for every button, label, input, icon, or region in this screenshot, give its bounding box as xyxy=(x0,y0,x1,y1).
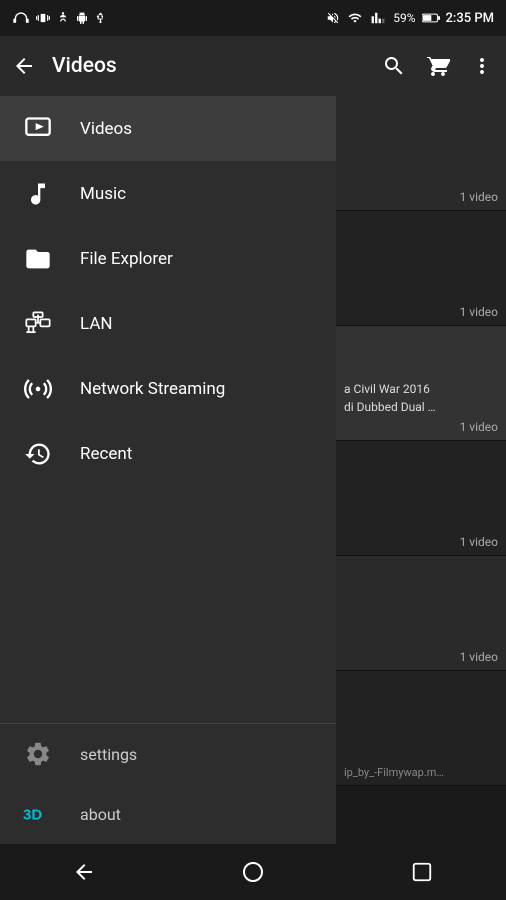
sidebar-item-recent[interactable]: Recent xyxy=(0,421,336,486)
video-count: 1 video xyxy=(460,190,498,204)
main-content: 1 video 1 video a Civil War 2016di Dubbe… xyxy=(0,96,506,844)
video-count: 1 video xyxy=(460,535,498,549)
status-right-info: 59% 2:35 PM xyxy=(325,11,494,26)
civil-war-text: a Civil War 2016di Dubbed Dual … xyxy=(344,380,498,416)
android-icon xyxy=(76,11,88,25)
video-item[interactable]: 1 video xyxy=(336,556,506,671)
usb-icon xyxy=(94,11,106,25)
home-nav-button[interactable] xyxy=(228,847,278,897)
video-item-filmywap[interactable]: ip_by_-Filmywap.m… xyxy=(336,671,506,786)
video-item[interactable]: 1 video xyxy=(336,441,506,556)
back-nav-button[interactable] xyxy=(59,847,109,897)
recent-icon xyxy=(20,436,56,472)
network-streaming-label: Network Streaming xyxy=(80,379,225,399)
sidebar-item-music[interactable]: Music xyxy=(0,161,336,226)
cart-button[interactable] xyxy=(426,54,450,78)
page-title: Videos xyxy=(52,54,382,78)
status-bar: 59% 2:35 PM xyxy=(0,0,506,36)
time-display: 2:35 PM xyxy=(446,11,495,26)
video-list: 1 video 1 video a Civil War 2016di Dubbe… xyxy=(336,96,506,844)
sidebar-item-network-streaming[interactable]: Network Streaming xyxy=(0,356,336,421)
signal-icon xyxy=(347,11,363,25)
recent-label: Recent xyxy=(80,444,132,464)
video-item[interactable]: 1 video xyxy=(336,96,506,211)
drawer-bottom: settings 3D about xyxy=(0,723,336,844)
toolbar-actions xyxy=(382,54,494,78)
vibrate-icon xyxy=(36,11,50,25)
mute-icon xyxy=(325,11,341,25)
video-play-icon xyxy=(20,111,56,147)
toolbar: Videos xyxy=(0,36,506,96)
video-count: 1 video xyxy=(460,305,498,319)
recents-nav-button[interactable] xyxy=(397,847,447,897)
battery-icon xyxy=(422,12,440,24)
status-left-icons xyxy=(12,11,106,25)
video-count: 1 video xyxy=(460,650,498,664)
sidebar-item-file-explorer[interactable]: File Explorer xyxy=(0,226,336,291)
accessibility-icon xyxy=(56,11,70,25)
music-icon xyxy=(20,176,56,212)
videos-label: Videos xyxy=(80,119,132,139)
lte-icon xyxy=(369,11,387,25)
video-item[interactable]: 1 video xyxy=(336,211,506,326)
more-button[interactable] xyxy=(470,54,494,78)
lan-label: LAN xyxy=(80,314,113,334)
video-item-civil-war[interactable]: a Civil War 2016di Dubbed Dual … 1 video xyxy=(336,326,506,441)
battery-text: 59% xyxy=(393,11,415,25)
svg-text:3D: 3D xyxy=(23,806,42,823)
network-streaming-icon xyxy=(20,371,56,407)
navigation-drawer: Videos Music File Explorer xyxy=(0,96,336,844)
settings-label: settings xyxy=(80,745,137,764)
search-button[interactable] xyxy=(382,54,406,78)
music-label: Music xyxy=(80,184,126,204)
threed-icon: 3D xyxy=(20,796,56,832)
settings-item[interactable]: settings xyxy=(0,724,336,784)
file-explorer-label: File Explorer xyxy=(80,249,173,269)
filmywap-text: ip_by_-Filmywap.m… xyxy=(344,766,498,779)
drawer-menu: Videos Music File Explorer xyxy=(0,96,336,723)
settings-icon xyxy=(20,736,56,772)
folder-icon xyxy=(20,241,56,277)
sidebar-item-videos[interactable]: Videos xyxy=(0,96,336,161)
navigation-bar xyxy=(0,844,506,900)
video-count: 1 video xyxy=(344,420,498,434)
about-item[interactable]: 3D about xyxy=(0,784,336,844)
back-button[interactable] xyxy=(12,54,36,78)
lan-icon xyxy=(20,306,56,342)
about-label: about xyxy=(80,805,121,824)
headphones-icon xyxy=(12,11,30,25)
sidebar-item-lan[interactable]: LAN xyxy=(0,291,336,356)
